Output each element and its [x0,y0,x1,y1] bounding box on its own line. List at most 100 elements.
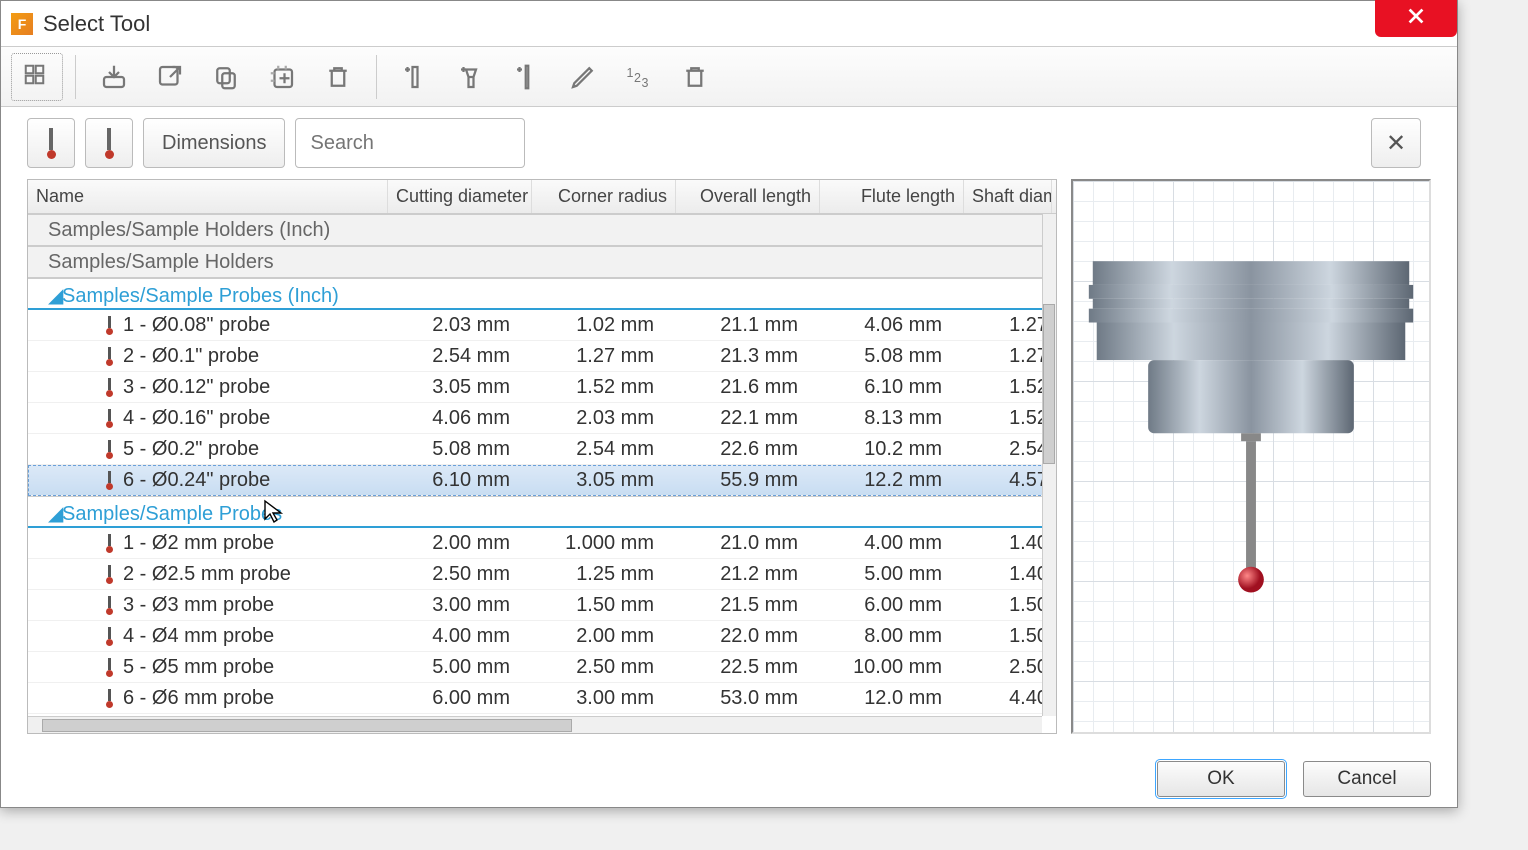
cell-cd: 3.05 mm [388,376,532,399]
horizontal-scrollbar[interactable] [28,716,1042,733]
row-name: 3 - Ø3 mm probe [123,594,274,617]
probe-icon [104,128,114,159]
cell-cd: 5.08 mm [388,438,532,461]
table-row[interactable]: 2 - Ø2.5 mm probe2.50 mm1.25 mm21.2 mm5.… [28,559,1056,590]
cell-cd: 4.06 mm [388,407,532,430]
cell-fl: 10.00 mm [820,656,964,679]
row-name: 6 - Ø0.24" probe [123,469,270,492]
cell-fl: 8.13 mm [820,407,964,430]
col-overall-length[interactable]: Overall length [676,180,820,213]
col-shaft-diameter[interactable]: Shaft diame [964,180,1052,213]
table-row[interactable]: 6 - Ø6 mm probe6.00 mm3.00 mm53.0 mm12.0… [28,683,1056,714]
table-row[interactable]: 5 - Ø0.2" probe5.08 mm2.54 mm22.6 mm10.2… [28,434,1056,465]
cancel-button[interactable]: Cancel [1303,761,1431,797]
probe-icon [106,534,113,553]
probe-icon [106,409,113,428]
cell-sd: 2.50 [964,656,1052,679]
cell-cd: 6.10 mm [388,469,532,492]
table-row[interactable]: 4 - Ø0.16" probe4.06 mm2.03 mm22.1 mm8.1… [28,403,1056,434]
table-row[interactable]: 3 - Ø0.12" probe3.05 mm1.52 mm21.6 mm6.1… [28,372,1056,403]
cell-fl: 4.00 mm [820,532,964,555]
cell-ol: 21.5 mm [676,594,820,617]
cell-fl: 12.2 mm [820,469,964,492]
export-icon[interactable] [144,53,196,101]
probe-icon [106,316,113,335]
svg-text:1: 1 [627,66,634,80]
titlebar: F Select Tool [1,1,1457,47]
tool-preview [1071,179,1431,734]
col-cutting-diameter[interactable]: Cutting diameter [388,180,532,213]
clear-search-button[interactable]: ✕ [1371,118,1421,168]
cell-sd: 1.40 [964,532,1052,555]
cell-ol: 21.2 mm [676,563,820,586]
dialog-footer: OK Cancel [1157,761,1431,797]
table-row[interactable]: 1 - Ø2 mm probe2.00 mm1.000 mm21.0 mm4.0… [28,528,1056,559]
cell-cr: 1.25 mm [532,563,676,586]
cell-cr: 1.27 mm [532,345,676,368]
filter-probe-1[interactable] [27,118,75,168]
cell-cd: 2.50 mm [388,563,532,586]
table-header: Name Cutting diameter Corner radius Over… [28,180,1056,214]
category-icon[interactable] [11,53,63,101]
table-row[interactable]: 5 - Ø5 mm probe5.00 mm2.50 mm22.5 mm10.0… [28,652,1056,683]
group-header[interactable]: ◢Samples/Sample Probes [28,496,1056,528]
close-button[interactable] [1375,0,1457,37]
renumber-icon[interactable]: 123 [613,53,665,101]
app-icon: F [11,13,33,35]
row-name: 4 - Ø4 mm probe [123,625,274,648]
delete-icon[interactable] [312,53,364,101]
cell-cr: 1.000 mm [532,532,676,555]
cell-fl: 8.00 mm [820,625,964,648]
col-flute-length[interactable]: Flute length [820,180,964,213]
new-tool-icon[interactable] [501,53,553,101]
group-header[interactable]: ◢Samples/Sample Probes (Inch) [28,278,1056,310]
new-mill-icon[interactable] [389,53,441,101]
cell-sd: 1.50 [964,594,1052,617]
table-row[interactable]: 3 - Ø3 mm probe3.00 mm1.50 mm21.5 mm6.00… [28,590,1056,621]
cell-sd: 1.40 [964,563,1052,586]
cell-fl: 6.10 mm [820,376,964,399]
probe-icon [106,440,113,459]
cell-ol: 55.9 mm [676,469,820,492]
filter-probe-2[interactable] [85,118,133,168]
col-name[interactable]: Name [28,180,388,213]
table-row[interactable]: 2 - Ø0.1" probe2.54 mm1.27 mm21.3 mm5.08… [28,341,1056,372]
tool-table: Name Cutting diameter Corner radius Over… [27,179,1057,734]
cell-cr: 2.50 mm [532,656,676,679]
vertical-scrollbar[interactable] [1042,214,1056,716]
import-icon[interactable] [88,53,140,101]
cell-sd: 4.40 [964,687,1052,710]
cell-sd: 1.52 [964,407,1052,430]
cell-cr: 2.03 mm [532,407,676,430]
search-input[interactable] [295,118,525,168]
cell-cd: 4.00 mm [388,625,532,648]
cell-cd: 2.54 mm [388,345,532,368]
new-icon[interactable] [256,53,308,101]
edit-icon[interactable] [557,53,609,101]
group-header[interactable]: Samples/Sample Holders [28,246,1056,278]
cell-sd: 1.52 [964,376,1052,399]
cell-fl: 6.00 mm [820,594,964,617]
delete-tool-icon[interactable] [669,53,721,101]
cell-cr: 1.50 mm [532,594,676,617]
ok-button[interactable]: OK [1157,761,1285,797]
table-row[interactable]: 1 - Ø0.08" probe2.03 mm1.02 mm21.1 mm4.0… [28,310,1056,341]
cell-cd: 5.00 mm [388,656,532,679]
table-row[interactable]: 6 - Ø0.24" probe 6.10 mm3.05 mm55.9 mm12.… [28,465,1056,496]
row-name: 5 - Ø5 mm probe [123,656,274,679]
window-title: Select Tool [43,11,150,37]
cell-ol: 22.6 mm [676,438,820,461]
dimensions-button[interactable]: Dimensions [143,118,285,168]
table-row[interactable]: 4 - Ø4 mm probe4.00 mm2.00 mm22.0 mm8.00… [28,621,1056,652]
group-header[interactable]: Samples/Sample Holders (Inch) [28,214,1056,246]
row-name: 4 - Ø0.16" probe [123,407,270,430]
cell-fl: 4.06 mm [820,314,964,337]
new-holder-icon[interactable] [445,53,497,101]
col-corner-radius[interactable]: Corner radius [532,180,676,213]
toolbar: 123 [1,47,1457,107]
cell-cr: 3.05 mm [532,469,676,492]
copy-icon[interactable] [200,53,252,101]
cell-cd: 2.03 mm [388,314,532,337]
cell-cr: 2.54 mm [532,438,676,461]
cell-ol: 21.0 mm [676,532,820,555]
